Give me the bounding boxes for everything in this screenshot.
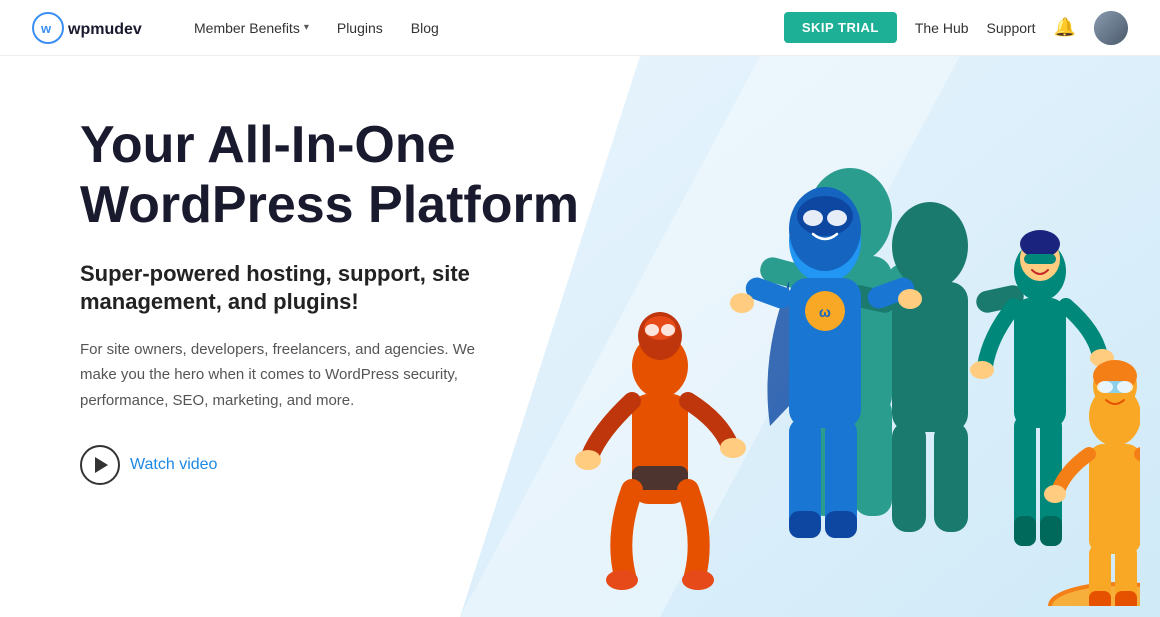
hero-description: For site owners, developers, freelancers… — [80, 337, 500, 414]
navbar: w wpmudev Member Benefits ▾ Plugins Blog… — [0, 0, 1160, 56]
logo[interactable]: w wpmudev — [32, 12, 162, 44]
logo-svg: w wpmudev — [32, 12, 162, 44]
nav-member-benefits[interactable]: Member Benefits ▾ — [194, 20, 309, 36]
navbar-right: SKIP TRIAL The Hub Support 🔔 — [784, 11, 1128, 45]
hero-section: Your All-In-One WordPress Platform Super… — [0, 56, 1160, 617]
chevron-down-icon: ▾ — [304, 22, 309, 33]
the-hub-link[interactable]: The Hub — [915, 20, 969, 36]
hero-title: Your All-In-One WordPress Platform — [80, 116, 600, 236]
hero-illustration: ω — [560, 86, 1140, 606]
notification-bell-icon[interactable]: 🔔 — [1054, 17, 1076, 38]
skip-trial-button[interactable]: SKIP TRIAL — [784, 12, 897, 43]
hero-content: Your All-In-One WordPress Platform Super… — [80, 116, 600, 485]
avatar-image — [1094, 11, 1128, 45]
hero-orange-character — [575, 312, 746, 590]
avatar[interactable] — [1094, 11, 1128, 45]
support-link[interactable]: Support — [987, 20, 1036, 36]
play-triangle-icon — [95, 457, 108, 473]
hero-subtitle: Super-powered hosting, support, site man… — [80, 260, 600, 317]
nav-blog[interactable]: Blog — [411, 20, 439, 36]
svg-text:wpmudev: wpmudev — [67, 21, 142, 38]
nav-links: Member Benefits ▾ Plugins Blog — [194, 20, 784, 36]
svg-text:w: w — [40, 21, 52, 36]
svg-text:ω: ω — [819, 304, 831, 320]
play-circle-icon — [80, 445, 120, 485]
watch-video-label: Watch video — [130, 456, 217, 474]
watch-video-button[interactable]: Watch video — [80, 445, 217, 485]
nav-plugins[interactable]: Plugins — [337, 20, 383, 36]
